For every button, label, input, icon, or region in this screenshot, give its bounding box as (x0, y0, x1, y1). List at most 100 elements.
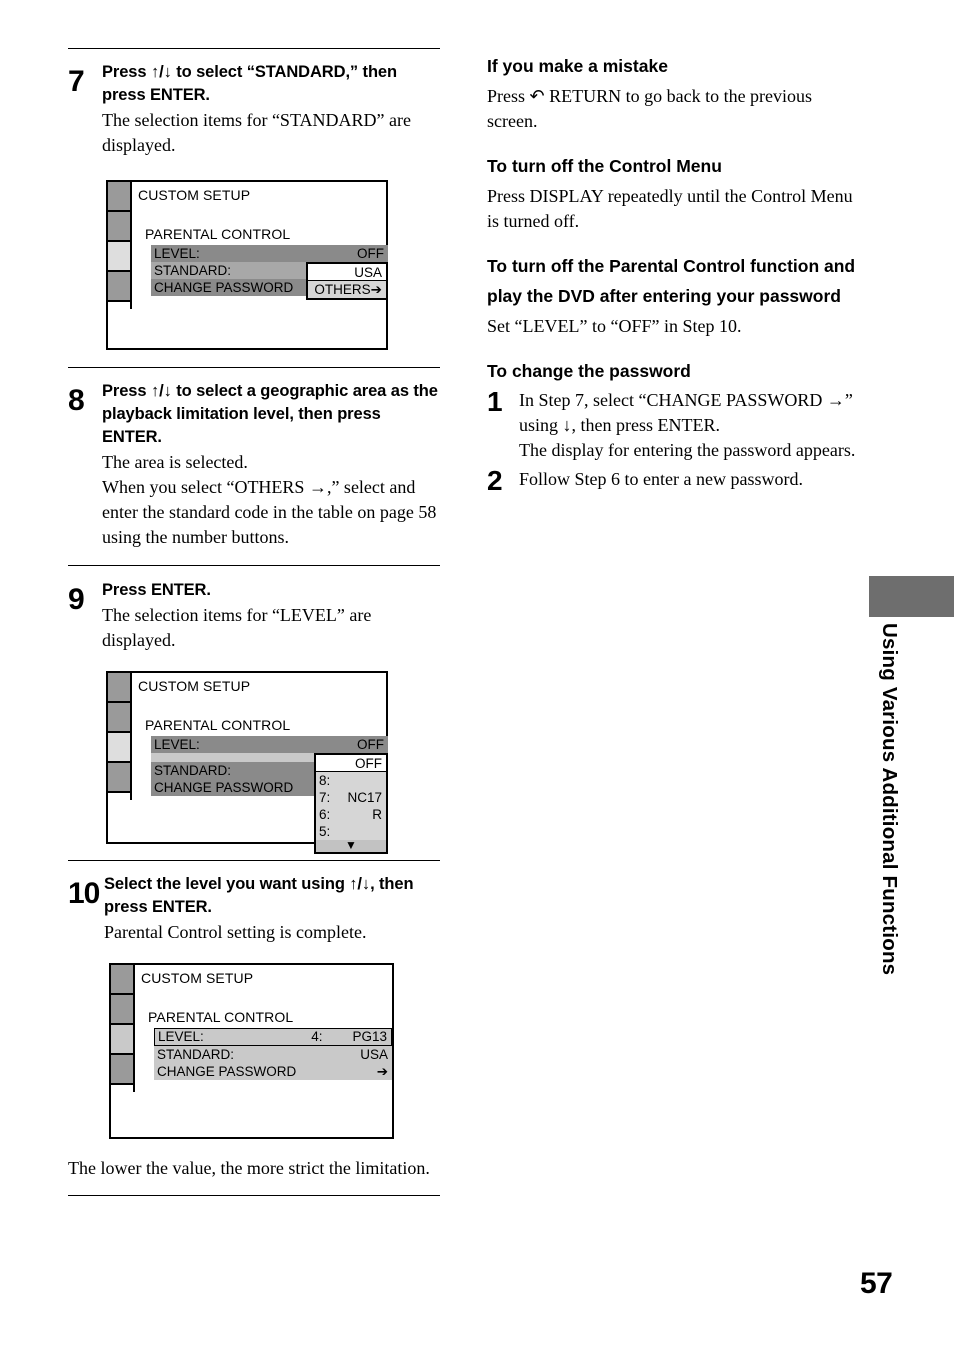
chapter-tab-marker (869, 576, 954, 617)
osd-row-selected[interactable]: LEVEL: 4: PG13 (154, 1028, 392, 1046)
osd-sidebar-cell-active (108, 242, 130, 272)
osd-sidebar (108, 673, 132, 800)
osd-screen-standard: CUSTOM SETUP PARENTAL CONTROL LEVEL: OFF… (106, 180, 388, 350)
change-password-step-2: 2 Follow Step 6 to enter a new password. (487, 465, 859, 496)
step-10-number: 10 (68, 877, 100, 910)
osd-row-value: OFF (357, 737, 384, 752)
step-7: 7 Press ↑/↓ to select “STANDARD,” then p… (68, 61, 440, 158)
osd-sidebar-cell (108, 703, 130, 733)
step-9-description: The selection items for “LEVEL” are disp… (102, 605, 372, 650)
body-if-you-make-a-mistake: Press ↶ RETURN to go back to the previou… (487, 86, 813, 131)
osd-row-value: USA (360, 1047, 388, 1062)
osd-dropdown-item-value: R (372, 807, 382, 822)
divider-rule-after-step9 (68, 860, 440, 861)
change-password-step-2-number: 2 (487, 465, 503, 496)
step-10-description: Parental Control setting is complete. (104, 922, 367, 942)
step-9-heading: Press ENTER. (102, 581, 211, 599)
step-7-description: The selection items for “STANDARD” are d… (102, 110, 411, 155)
osd-dropdown-selected[interactable]: USA (308, 264, 386, 281)
osd-row[interactable]: CHANGE PASSWORD ➔ (154, 1063, 392, 1080)
step-7-number: 7 (68, 65, 85, 98)
osd-sidebar (111, 965, 135, 1092)
osd-row-label: CHANGE PASSWORD (154, 280, 294, 295)
step-10: 10 Select the level you want using ↑/↓, … (68, 873, 440, 945)
body-turn-off-control-menu: Press DISPLAY repeatedly until the Contr… (487, 186, 853, 231)
osd-sidebar (108, 182, 132, 309)
osd-row-value: ➔ (376, 1064, 388, 1079)
scroll-down-arrow-icon[interactable]: ▼ (316, 839, 386, 852)
body-turn-off-parental-control: Set “LEVEL” to “OFF” in Step 10. (487, 316, 742, 336)
osd-sidebar-cell-active (111, 1025, 133, 1055)
osd-dropdown-list: 8: 7: NC17 6: R 5: ▼ (316, 772, 386, 852)
change-password-step-1-number: 1 (487, 386, 503, 417)
step-7-heading: Press ↑/↓ to select “STANDARD,” then pre… (102, 63, 397, 104)
osd-dropdown-item[interactable]: 7: NC17 (316, 789, 386, 806)
divider-rule-after-step7 (68, 367, 440, 368)
osd-sidebar-cell (108, 763, 130, 793)
heading-turn-off-control-menu: To turn off the Control Menu (487, 156, 722, 176)
left-column: 7 Press ↑/↓ to select “STANDARD,” then p… (68, 48, 440, 1196)
step-9-number: 9 (68, 583, 85, 616)
osd-row-label: CHANGE PASSWORD (157, 1064, 297, 1079)
right-column: If you make a mistake Press ↶ RETURN to … (487, 52, 859, 496)
osd-sidebar-cell (108, 272, 130, 302)
step-9: 9 Press ENTER. The selection items for “… (68, 579, 440, 653)
osd-row[interactable]: CHANGE PASSWORD (151, 779, 326, 796)
osd-dropdown-item-key: 6: (319, 807, 331, 822)
change-password-step-1: 1 In Step 7, select “CHANGE PASSWORD →” … (487, 388, 859, 463)
osd-dropdown-item-key: 7: (319, 790, 331, 805)
step-10-heading: Select the level you want using ↑/↓, the… (104, 875, 414, 916)
osd-section-label: PARENTAL CONTROL (148, 1009, 294, 1025)
osd-row[interactable]: STANDARD: (151, 762, 326, 779)
osd-dropdown-item-key: 5: (319, 824, 331, 839)
change-password-step-1-body: In Step 7, select “CHANGE PASSWORD →” us… (519, 390, 856, 460)
osd-row[interactable]: CHANGE PASSWORD (151, 279, 326, 296)
step-8-description: The area is selected. When you select “O… (102, 452, 437, 547)
heading-turn-off-parental-control: To turn off the Parental Control functio… (487, 256, 856, 306)
osd-row-list: LEVEL: 4: PG13 STANDARD: USA CHANGE PASS… (154, 1028, 392, 1080)
closing-note: The lower the value, the more strict the… (68, 1158, 430, 1178)
divider-rule-bottom (68, 1195, 440, 1196)
osd-dropdown-item[interactable]: 8: (316, 772, 386, 789)
osd-row[interactable]: LEVEL: OFF (151, 245, 388, 262)
step-8-heading: Press ↑/↓ to select a geographic area as… (102, 382, 438, 446)
heading-if-you-make-a-mistake: If you make a mistake (487, 56, 668, 76)
osd-row-label: LEVEL: (154, 737, 200, 752)
osd-dropdown-item[interactable]: 5: (316, 823, 386, 840)
osd-dropdown-item[interactable]: 6: R (316, 806, 386, 823)
change-password-step-2-body: Follow Step 6 to enter a new password. (519, 469, 803, 489)
osd-screen-complete: CUSTOM SETUP PARENTAL CONTROL LEVEL: 4: … (109, 963, 394, 1139)
osd-title: CUSTOM SETUP (138, 187, 251, 203)
osd-dropdown-item-value: OTHERS➔ (314, 282, 382, 297)
osd-section-label: PARENTAL CONTROL (145, 226, 291, 242)
osd-dropdown-selected[interactable]: OFF (316, 755, 386, 772)
page-number: 57 (860, 1267, 893, 1300)
heading-change-password: To change the password (487, 361, 691, 381)
osd-row-value: OFF (357, 246, 384, 261)
osd-row-value: 4: PG13 (311, 1029, 387, 1044)
osd-dropdown-item[interactable]: OTHERS➔ (308, 281, 386, 298)
osd-sidebar-cell (108, 182, 130, 212)
osd-row[interactable]: STANDARD: USA (154, 1046, 392, 1063)
osd-row-label: STANDARD: (154, 263, 232, 278)
step-8-number: 8 (68, 384, 85, 417)
osd-dropdown-level[interactable]: OFF 8: 7: NC17 6: R 5: ▼ (314, 753, 388, 854)
divider-rule-top (68, 48, 440, 49)
osd-row[interactable]: LEVEL: OFF (151, 736, 388, 753)
osd-dropdown-standard[interactable]: USA OTHERS➔ (306, 262, 388, 300)
osd-row-label: LEVEL: (154, 246, 200, 261)
osd-sidebar-cell (111, 995, 133, 1025)
osd-sidebar-cell (111, 1055, 133, 1085)
osd-sidebar-cell-active (108, 733, 130, 763)
osd-sidebar-cell (108, 212, 130, 242)
osd-title: CUSTOM SETUP (141, 970, 254, 986)
osd-row-label: STANDARD: (157, 1047, 235, 1062)
osd-row-label: CHANGE PASSWORD (154, 780, 294, 795)
osd-screen-level: CUSTOM SETUP PARENTAL CONTROL LEVEL: OFF… (106, 671, 388, 854)
chapter-tab-label: Using Various Additional Functions (878, 623, 901, 976)
osd-title: CUSTOM SETUP (138, 678, 251, 694)
osd-section-label: PARENTAL CONTROL (145, 717, 291, 733)
